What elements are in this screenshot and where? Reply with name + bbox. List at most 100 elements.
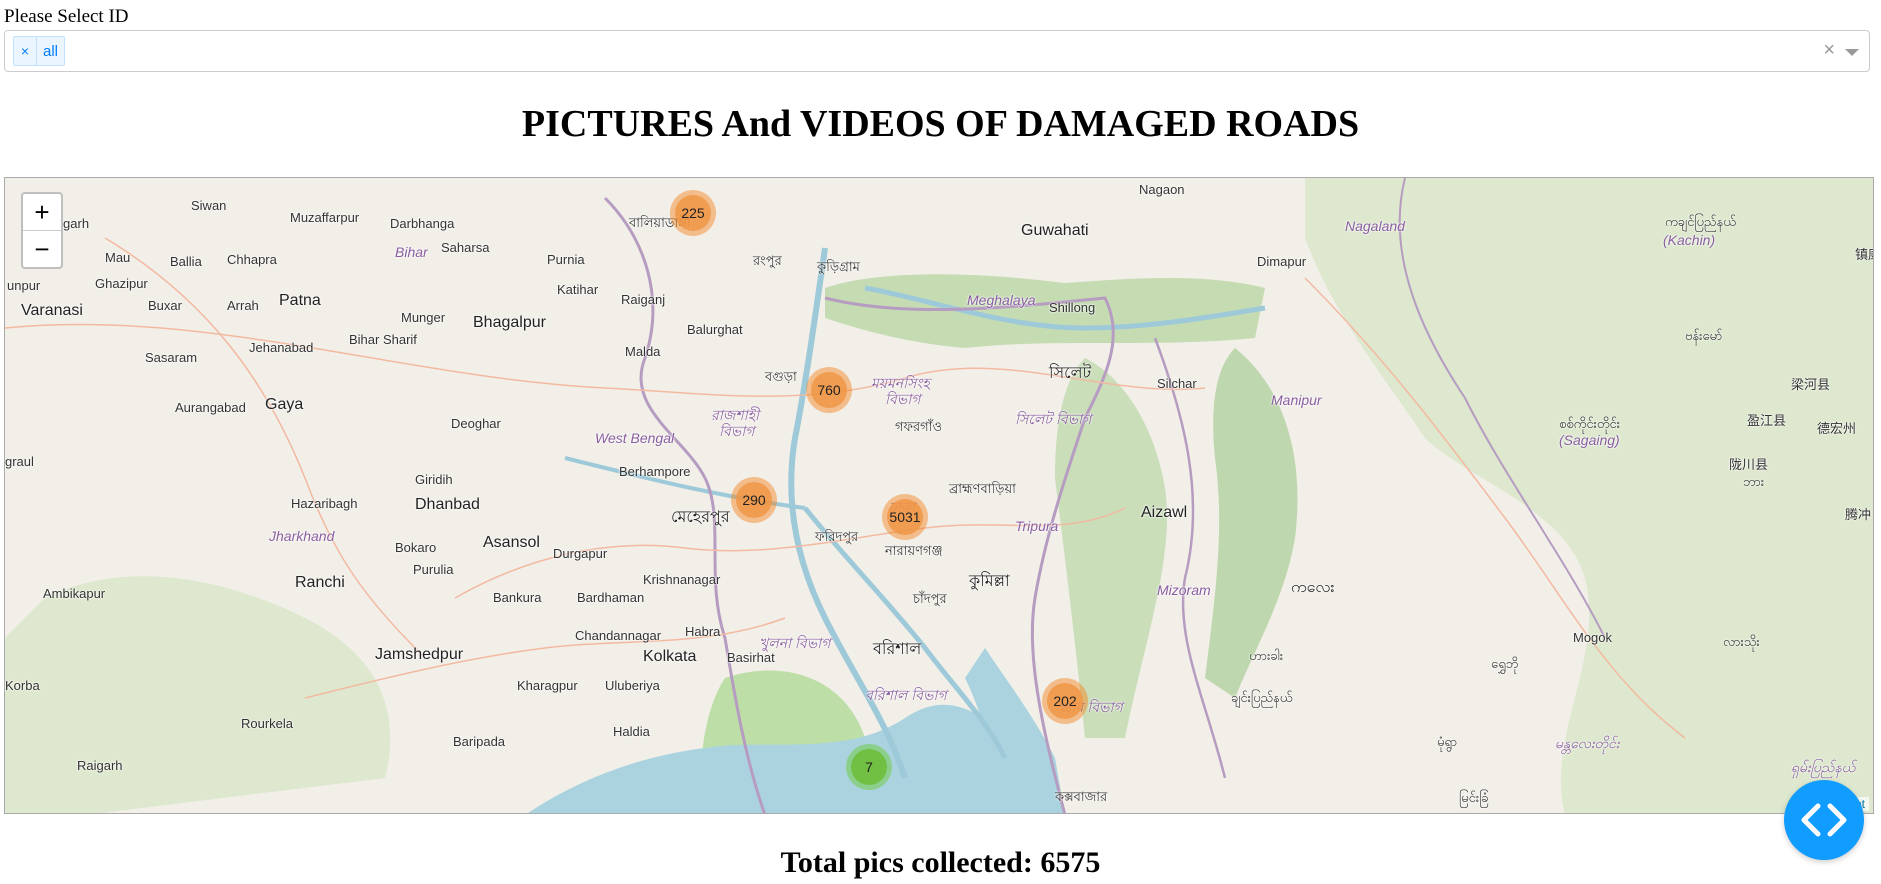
place-label: Aizawl xyxy=(1141,504,1188,521)
place-label: Jamshedpur xyxy=(375,646,464,663)
chevron-down-icon[interactable] xyxy=(1845,49,1859,56)
place-label: Jharkhand xyxy=(269,528,335,544)
place-label: Muzaffarpur xyxy=(290,210,360,225)
place-label: Saharsa xyxy=(441,240,490,255)
place-label: কুড়িগ্রাম xyxy=(817,259,860,274)
place-label: নারায়ণগঞ্জ xyxy=(885,543,943,558)
id-select-label: Please Select ID xyxy=(4,6,129,27)
map-view[interactable]: + − Siwan amgarh Muzaffarpur Darbhanga M… xyxy=(4,177,1874,814)
place-label: Bardhaman xyxy=(577,590,645,605)
selected-chip-all: × all xyxy=(13,36,66,66)
place-label: Dimapur xyxy=(1257,254,1307,269)
page-title: PICTURES And VIDEOS OF DAMAGED ROADS xyxy=(521,103,1360,145)
place-label: Purulia xyxy=(413,562,454,577)
place-label: Korba xyxy=(5,678,40,693)
place-label: Raiganj xyxy=(621,292,666,307)
code-brackets-icon[interactable] xyxy=(1784,780,1864,860)
place-label: Arrah xyxy=(227,298,259,313)
place-label: রংপুর xyxy=(753,253,782,268)
place-label: Baripada xyxy=(453,734,506,749)
place-label: Jehanabad xyxy=(249,340,314,355)
place-label: Berhampore xyxy=(619,464,691,479)
place-label: Malda xyxy=(625,344,661,359)
place-label: ရွှေဘို xyxy=(1491,656,1519,671)
place-label: Bihar xyxy=(395,244,428,260)
place-label: Sasaram xyxy=(145,350,198,365)
place-label: বগুড়া xyxy=(765,369,797,384)
place-label: 镇康 xyxy=(1855,247,1873,262)
place-label: မြင်းခြံ xyxy=(1459,790,1489,805)
marker-cluster[interactable]: 290 xyxy=(731,477,777,523)
minus-icon[interactable]: − xyxy=(23,231,61,267)
place-label: Bhagalpur xyxy=(473,314,546,331)
place-label: Ambikapur xyxy=(43,586,106,601)
marker-cluster[interactable]: 225 xyxy=(670,190,716,236)
place-label: খুলনা বিভাগ xyxy=(759,635,831,651)
place-label: Buxar xyxy=(148,298,182,313)
place-label: কক্সবাজার xyxy=(1055,789,1108,804)
place-label: Katihar xyxy=(557,282,599,297)
place-label: Purnia xyxy=(547,252,585,267)
place-label: Kolkata xyxy=(643,648,697,665)
id-multi-select[interactable]: × all × xyxy=(4,30,1870,72)
plus-icon[interactable]: + xyxy=(23,194,61,231)
place-label: Darbhanga xyxy=(390,216,455,231)
place-label: ဗန်းမော် xyxy=(1685,328,1723,343)
place-label: Bihar Sharif xyxy=(349,332,417,347)
place-label: Siwan xyxy=(191,198,227,213)
place-label: Ballia xyxy=(170,254,202,269)
place-label: সিলেট বিভাগ xyxy=(1015,411,1092,427)
cluster-count: 5031 xyxy=(887,499,923,535)
place-label: গফরগাঁও xyxy=(895,419,943,434)
place-label: 陇川县 xyxy=(1729,457,1769,472)
place-label: Aurangabad xyxy=(175,400,246,415)
place-label: Gaya xyxy=(265,396,304,413)
place-label: Mizoram xyxy=(1157,582,1211,598)
place-label: বরিশাল বিভাগ xyxy=(865,687,947,703)
place-label: Chandannagar xyxy=(575,628,662,643)
marker-cluster[interactable]: 202 xyxy=(1042,678,1088,724)
place-label: Giridih xyxy=(415,472,453,487)
place-label: Mogok xyxy=(1573,630,1613,645)
place-label: 德宏州 xyxy=(1817,421,1857,436)
place-label: বিভাগ xyxy=(885,391,921,407)
place-label: Tripura xyxy=(1015,518,1059,534)
place-label: সিলেট xyxy=(1049,365,1092,382)
place-label: Uluberiya xyxy=(605,678,660,693)
place-label: 盈江县 xyxy=(1747,413,1787,428)
place-label: Munger xyxy=(401,310,446,325)
cluster-count: 290 xyxy=(736,482,772,518)
place-label: বিভাগ xyxy=(719,423,755,439)
place-label: Varanasi xyxy=(21,302,83,319)
place-label: Krishnanagar xyxy=(643,572,721,587)
place-label: graul xyxy=(5,454,34,469)
place-label: Guwahati xyxy=(1021,222,1089,239)
place-label: West Bengal xyxy=(595,430,675,446)
place-label: Rourkela xyxy=(241,716,294,731)
place-label: ရှမ်းပြည်နယ် xyxy=(1791,759,1856,775)
place-label: (Kachin) xyxy=(1663,232,1716,248)
place-label: ব্রাহ্মণবাড়িয়া xyxy=(949,481,1016,496)
marker-cluster[interactable]: 5031 xyxy=(882,494,928,540)
cluster-count: 7 xyxy=(851,749,887,785)
place-label: 腾冲 xyxy=(1845,507,1872,522)
place-label: Raigarh xyxy=(77,758,123,773)
place-label: Nagaon xyxy=(1139,182,1185,197)
marker-cluster[interactable]: 7 xyxy=(846,744,892,790)
place-label: Meghalaya xyxy=(967,292,1036,308)
cluster-count: 760 xyxy=(811,372,847,408)
place-label: 梁河县 xyxy=(1791,377,1831,392)
remove-chip-icon[interactable]: × xyxy=(14,37,37,65)
cluster-count: 225 xyxy=(675,195,711,231)
place-label: Durgapur xyxy=(553,546,608,561)
place-label: Silchar xyxy=(1157,376,1197,391)
place-label: Dhanbad xyxy=(415,496,480,513)
place-label: Balurghat xyxy=(687,322,743,337)
clear-selection-icon[interactable]: × xyxy=(1823,39,1835,62)
place-label: ဘား xyxy=(1743,474,1765,489)
marker-cluster[interactable]: 760 xyxy=(806,367,852,413)
place-label: Nagaland xyxy=(1345,218,1405,234)
place-label: Ghazipur xyxy=(95,276,148,291)
zoom-control: + − xyxy=(21,192,63,269)
place-label: Hazaribagh xyxy=(291,496,358,511)
